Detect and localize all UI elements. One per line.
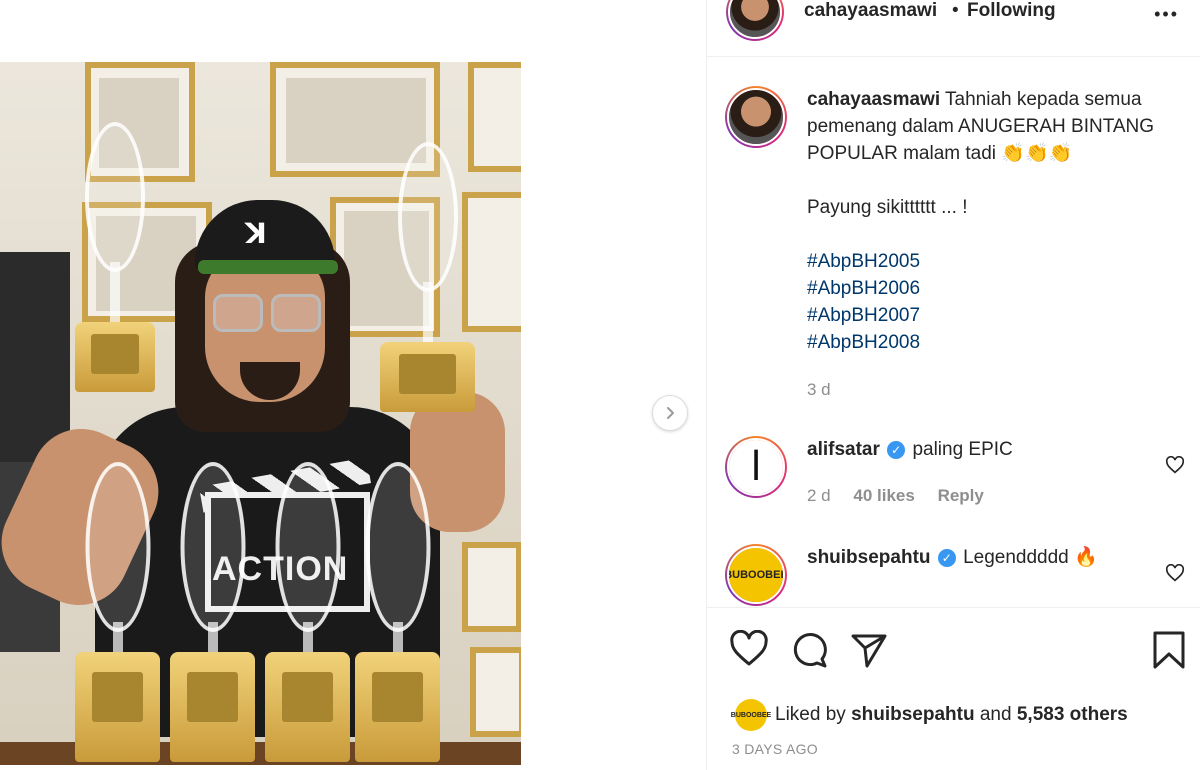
cap-logo: ꓘ (245, 218, 267, 249)
header-separator: • (952, 0, 959, 21)
cap-brim (198, 260, 338, 274)
share-icon[interactable] (849, 630, 889, 670)
header-username[interactable]: cahayaasmawi (804, 0, 937, 22)
wall-frame-dark (0, 252, 70, 462)
following-button[interactable]: Following (967, 0, 1056, 22)
comment-body: shuibsepahtu ✓ Legenddddd 🔥 (807, 544, 1177, 571)
hashtag-link[interactable]: #AbpBH2007 (807, 302, 1177, 329)
hashtag-link[interactable]: #AbpBH2005 (807, 248, 1177, 275)
comment-text: Legenddddd 🔥 (963, 547, 1098, 568)
post-photo[interactable]: ꓘ ACTION (0, 62, 521, 765)
comment-like-heart-icon[interactable] (1165, 456, 1185, 474)
verified-badge-icon: ✓ (937, 548, 956, 567)
verified-badge-icon: ✓ (887, 440, 906, 459)
commenter-avatar[interactable]: BUBOOBEE (725, 544, 787, 606)
hashtag-link[interactable]: #AbpBH2006 (807, 275, 1177, 302)
commenter-avatar[interactable]: ا (725, 436, 787, 498)
header-avatar[interactable] (726, 0, 784, 41)
next-photo-button[interactable] (652, 395, 688, 431)
trophy (380, 142, 475, 412)
liked-by: BUBOOBEE Liked by shuibsepahtu and 5,583… (731, 698, 1128, 732)
comments-section: cahayaasmawi Tahniah kepada semua pemena… (707, 58, 1200, 608)
trophy (170, 462, 255, 762)
caption-avatar[interactable] (725, 86, 787, 148)
trophy (75, 462, 160, 762)
comment-like-heart-icon[interactable] (1165, 564, 1185, 582)
caption: cahayaasmawi Tahniah kepada semua pemena… (725, 86, 1185, 416)
bookmark-icon[interactable] (1149, 630, 1189, 670)
comment-likes[interactable]: 40 likes (853, 486, 914, 505)
more-options-icon[interactable]: ••• (1154, 4, 1179, 25)
liked-by-prefix: Liked by (775, 704, 846, 725)
post-timestamp[interactable]: 3 DAYS AGO (732, 741, 818, 757)
liked-by-others[interactable]: 5,583 others (1017, 704, 1128, 726)
wall-frame (468, 62, 521, 172)
wall-frame (470, 647, 521, 737)
caption-username[interactable]: cahayaasmawi (807, 89, 940, 110)
post-header: cahayaasmawi • Following ••• (707, 0, 1200, 57)
liker-avatar[interactable]: BUBOOBEE (731, 699, 771, 731)
comment-time: 2 d (807, 486, 831, 505)
liked-by-and: and (979, 704, 1012, 725)
heart-icon[interactable] (729, 630, 769, 670)
action-bar: BUBOOBEE Liked by shuibsepahtu and 5,583… (707, 607, 1200, 770)
comment-text: paling EPIC (912, 439, 1013, 460)
chevron-right-icon (667, 407, 674, 419)
comment-icon[interactable] (789, 630, 829, 670)
comment-username[interactable]: shuibsepahtu (807, 547, 931, 568)
reply-button[interactable]: Reply (938, 486, 984, 505)
caption-body: cahayaasmawi Tahniah kepada semua pemena… (807, 86, 1177, 403)
hashtag-link[interactable]: #AbpBH2008 (807, 329, 1177, 356)
caption-time: 3 d (807, 380, 831, 399)
comment-item: ا alifsatar ✓ paling EPIC 2 d 40 likes R… (725, 436, 1185, 526)
wall-frame (462, 542, 521, 632)
trophy (355, 462, 440, 762)
trophy (75, 122, 155, 392)
comment-item: BUBOOBEE shuibsepahtu ✓ Legenddddd 🔥 (725, 544, 1185, 608)
photo-pane: ꓘ ACTION (0, 0, 706, 770)
post-sidebar: cahayaasmawi • Following ••• cahayaasmaw… (706, 0, 1200, 770)
caption-line2: Payung sikitttttt ... ! (807, 197, 968, 218)
comment-body: alifsatar ✓ paling EPIC 2 d 40 likes Rep… (807, 436, 1177, 509)
sunglasses (213, 294, 323, 332)
trophy (265, 462, 350, 762)
comment-username[interactable]: alifsatar (807, 439, 880, 460)
liked-by-user[interactable]: shuibsepahtu (851, 704, 975, 726)
